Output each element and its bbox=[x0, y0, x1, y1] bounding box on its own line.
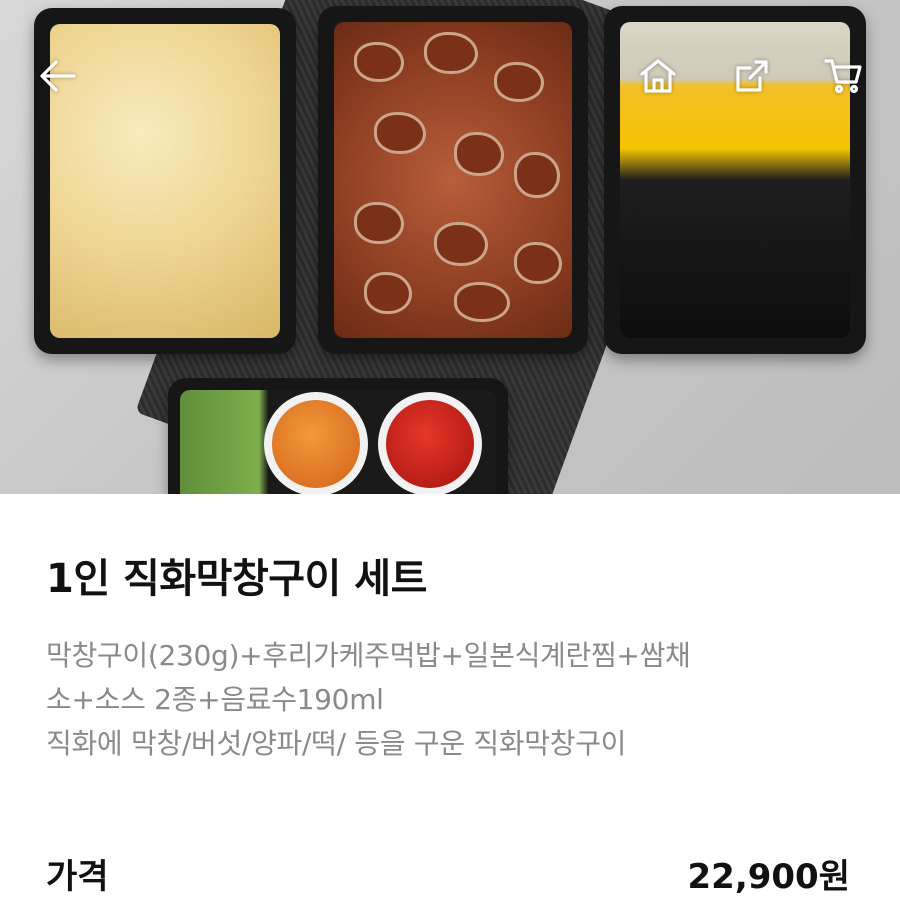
share-button[interactable] bbox=[728, 52, 776, 100]
home-icon bbox=[640, 59, 676, 93]
price-label: 가격 bbox=[46, 857, 109, 897]
back-button[interactable] bbox=[34, 52, 82, 100]
arrow-left-icon bbox=[40, 60, 76, 92]
cart-button[interactable] bbox=[820, 52, 868, 100]
home-button[interactable] bbox=[634, 52, 682, 100]
product-info: 1인 직화막창구이 세트 막창구이(230g)+후리가케주먹밥+일본식계란찜+쌈… bbox=[0, 494, 900, 922]
product-title: 1인 직화막창구이 세트 bbox=[46, 556, 427, 602]
description-line: 직화에 막창/버섯/양파/떡/ 등을 구운 직화막창구이 bbox=[46, 727, 627, 760]
product-description: 막창구이(230g)+후리가케주먹밥+일본식계란찜+쌈채 소+소스 2종+음료수… bbox=[46, 634, 866, 766]
description-line: 소+소스 2종+음료수190ml bbox=[46, 683, 384, 716]
share-icon bbox=[736, 60, 768, 92]
product-image bbox=[0, 0, 900, 494]
makchang-tray bbox=[318, 6, 588, 354]
cart-icon bbox=[824, 59, 862, 94]
red-sauce-cup bbox=[378, 392, 482, 494]
description-line: 막창구이(230g)+후리가케주먹밥+일본식계란찜+쌈채 bbox=[46, 639, 691, 672]
price-value: 22,900원 bbox=[687, 857, 850, 897]
orange-sauce-cup bbox=[264, 392, 368, 494]
